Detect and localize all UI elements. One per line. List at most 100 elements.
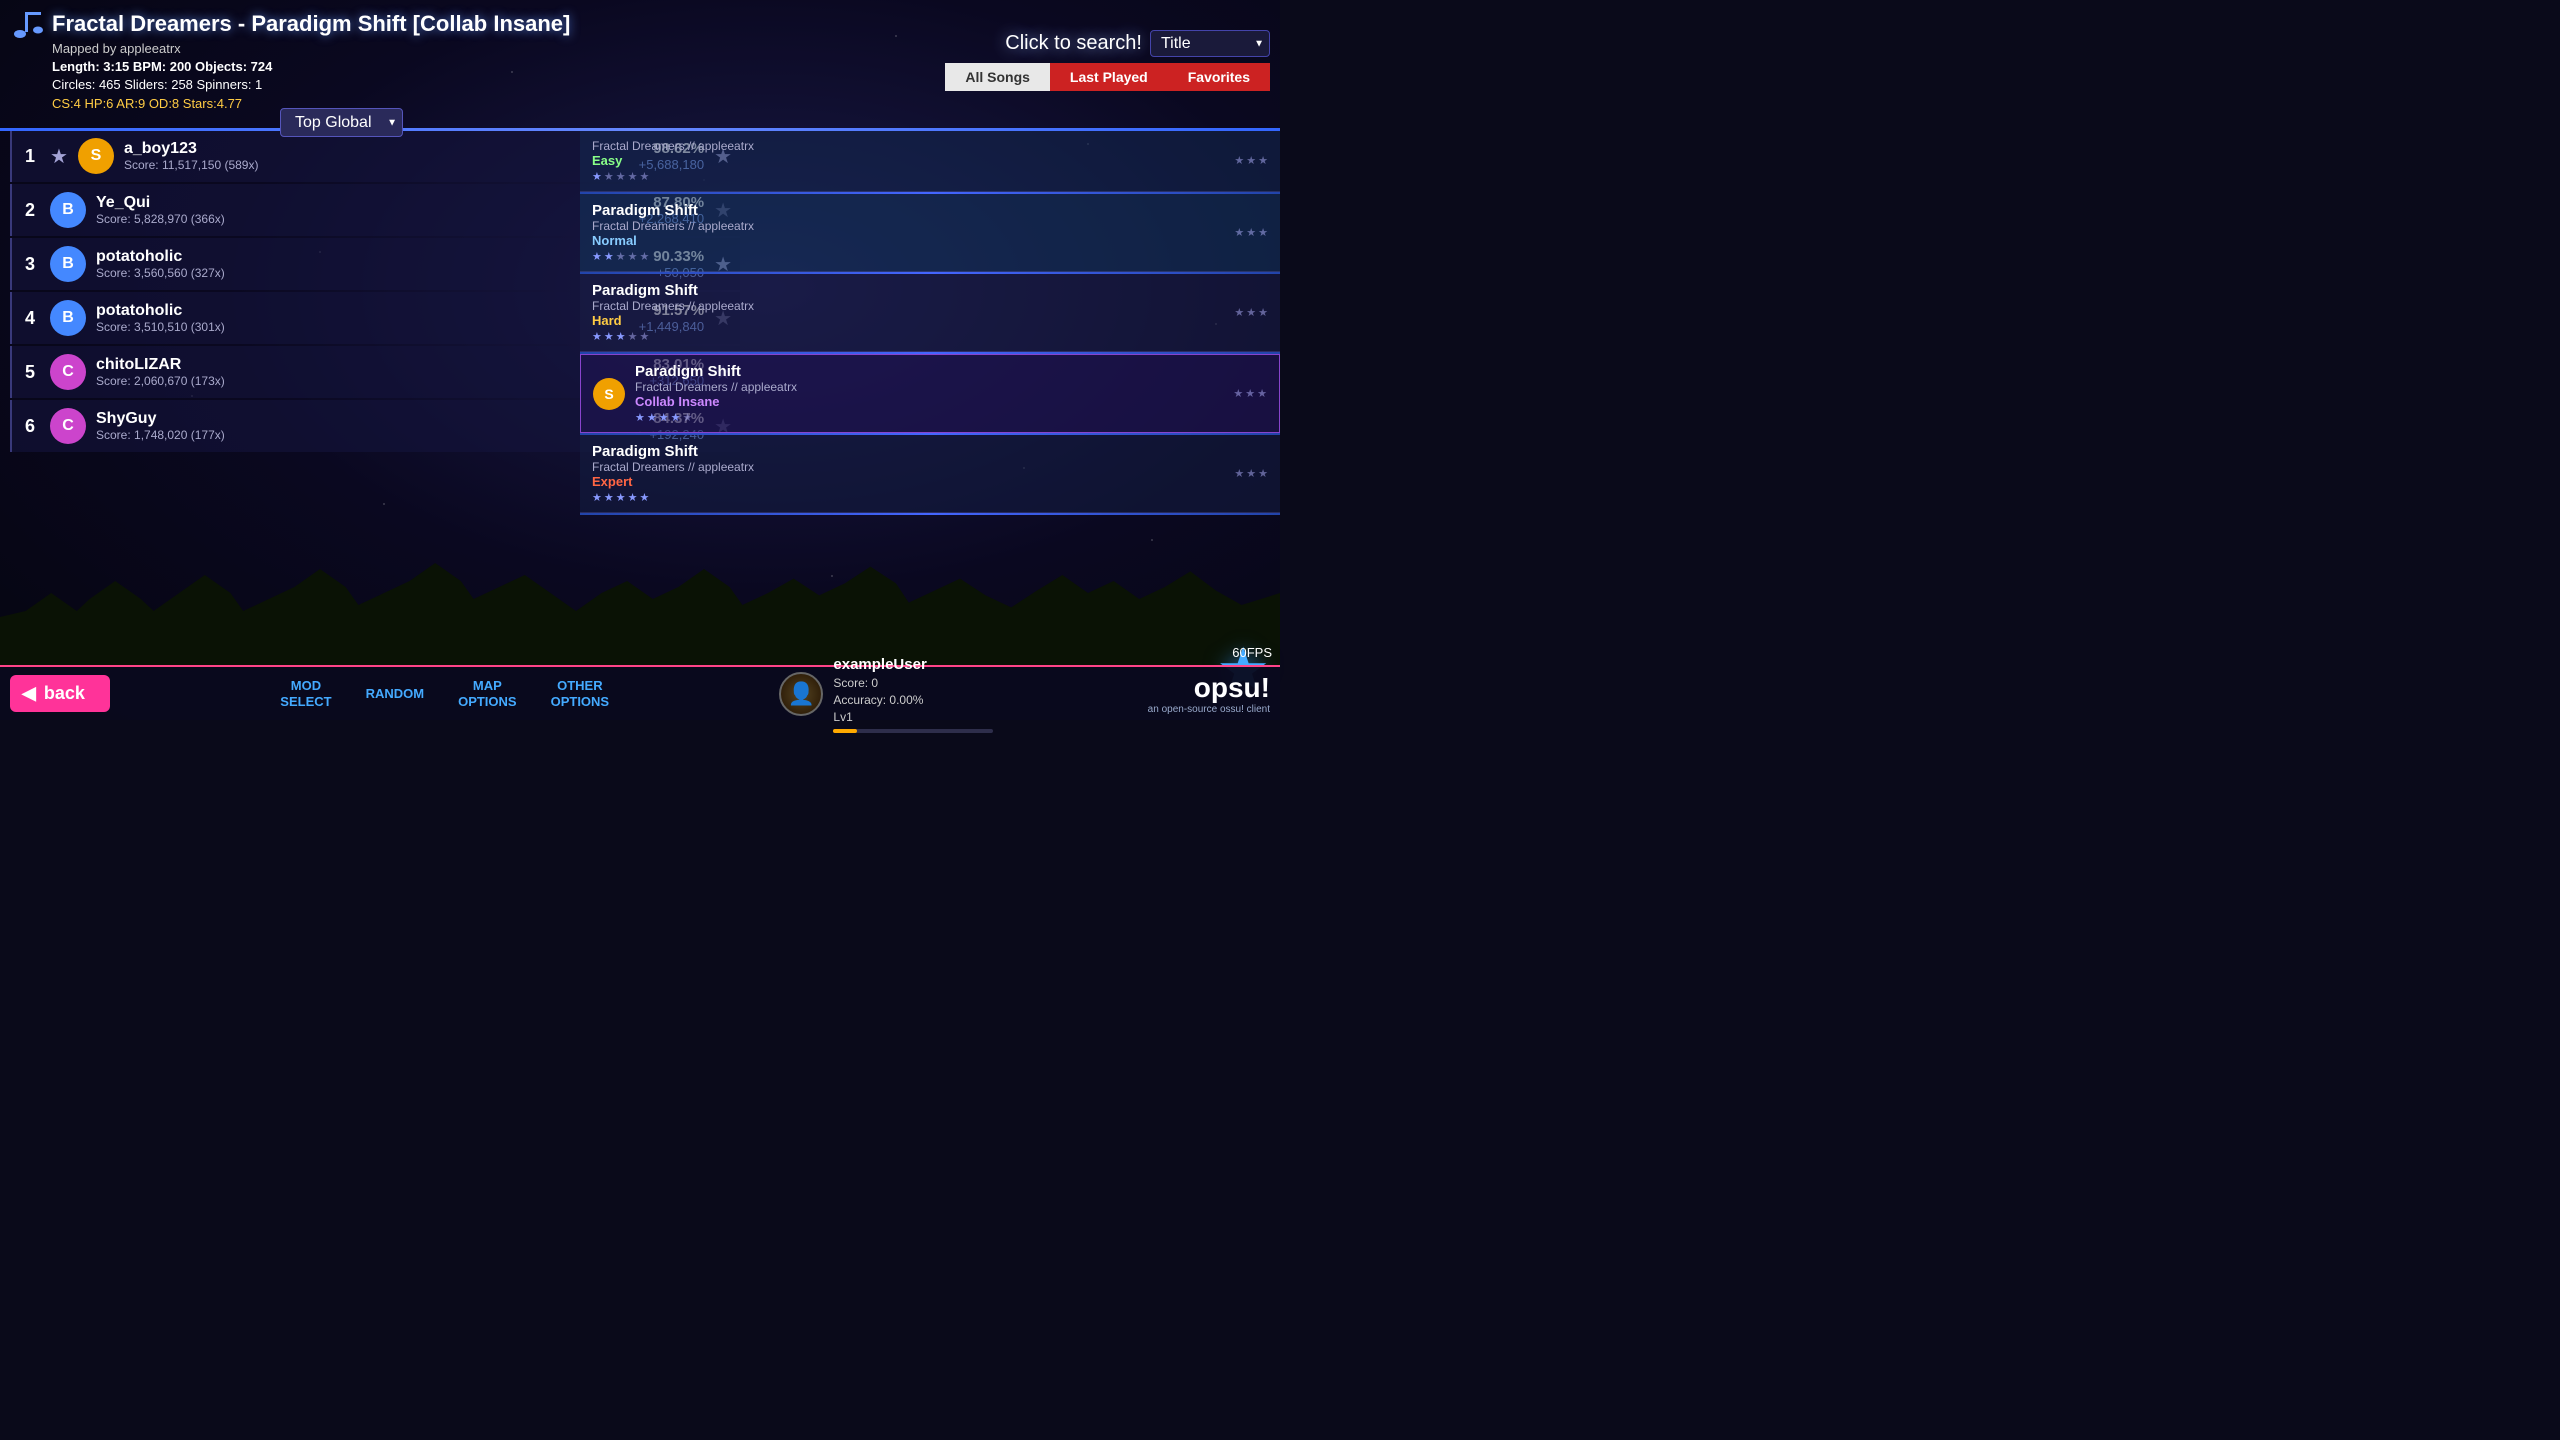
song-list-item[interactable]: Paradigm Shift Fractal Dreamers // apple… xyxy=(580,194,1280,272)
song-star-icon: ★ xyxy=(592,491,602,504)
search-bar-area: Click to search! Title Artist Creator Ta… xyxy=(1005,30,1270,57)
map-options-btn[interactable]: MAP OPTIONS xyxy=(442,674,533,713)
song-star-icon: ★ xyxy=(616,330,626,343)
other-options-btn[interactable]: OTHER OPTIONS xyxy=(535,674,626,713)
grade-badge: B xyxy=(50,246,86,282)
back-arrow-icon: ◀ xyxy=(22,683,36,704)
song-stars-right: ★★★ xyxy=(1234,226,1268,239)
last-played-button[interactable]: Last Played xyxy=(1050,63,1168,91)
grade-badge: B xyxy=(50,300,86,336)
player-score: Score: 2,060,670 (173x) xyxy=(96,374,639,388)
user-section: 👤 exampleUser Score: 0 Accuracy: 0.00% L… xyxy=(779,654,993,732)
song-star-right-icon: ★ xyxy=(1245,387,1255,400)
fps-display: 60FPS xyxy=(1232,645,1272,660)
song-star-icon: ★ xyxy=(604,250,614,263)
song-stars: ★★★★★ xyxy=(592,491,1224,504)
favorites-button[interactable]: Favorites xyxy=(1168,63,1270,91)
top-global-wrapper[interactable]: Top Global Top Local xyxy=(280,108,403,137)
player-score: Score: 3,510,510 (301x) xyxy=(96,320,629,334)
bottom-buttons: MOD SELECTRANDOMMAP OPTIONSOTHER OPTIONS xyxy=(264,674,625,713)
music-icon xyxy=(12,8,44,40)
player-score: Score: 5,828,970 (366x) xyxy=(96,212,629,226)
open-source-text: an open-source ossu! client xyxy=(1148,704,1270,715)
song-star-right-icon: ★ xyxy=(1258,154,1268,167)
grade-badge: C xyxy=(50,354,86,390)
song-title-text: Fractal Dreamers - Paradigm Shift [Colla… xyxy=(52,11,570,37)
song-item-diff: Expert xyxy=(592,474,1224,489)
user-info: exampleUser Score: 0 Accuracy: 0.00% Lv1 xyxy=(833,654,993,732)
song-separator xyxy=(580,513,1280,515)
rank-number: 2 xyxy=(20,200,40,221)
song-item-diff: Easy xyxy=(592,153,1224,168)
song-star-right-icon: ★ xyxy=(1258,226,1268,239)
song-item-title: Paradigm Shift xyxy=(592,282,1224,299)
song-star-right-icon: ★ xyxy=(1233,387,1243,400)
rank-number: 6 xyxy=(20,416,40,437)
song-list: Fractal Dreamers // appleeatrx Easy ★★★★… xyxy=(580,130,1280,515)
mod-select-btn[interactable]: MOD SELECT xyxy=(264,674,347,713)
song-list-item[interactable]: Paradigm Shift Fractal Dreamers // apple… xyxy=(580,274,1280,352)
song-star-right-icon: ★ xyxy=(1234,306,1244,319)
player-name: Ye_Qui xyxy=(96,194,629,212)
song-star-icon: ★ xyxy=(640,330,650,343)
top-global-select[interactable]: Top Global Top Local xyxy=(280,108,403,137)
player-info: potatoholic Score: 3,510,510 (301x) xyxy=(96,302,629,334)
song-item-info: Paradigm Shift Fractal Dreamers // apple… xyxy=(592,443,1224,504)
song-star-right-icon: ★ xyxy=(1246,154,1256,167)
song-star-icon: ★ xyxy=(640,250,650,263)
song-stars: ★★★★★ xyxy=(592,330,1224,343)
song-stars-right: ★★★ xyxy=(1234,154,1268,167)
player-info: Ye_Qui Score: 5,828,970 (366x) xyxy=(96,194,629,226)
song-stars: ★★★★★ xyxy=(635,411,1223,424)
filter-buttons: All Songs Last Played Favorites xyxy=(945,63,1270,91)
song-list-item[interactable]: Paradigm Shift Fractal Dreamers // apple… xyxy=(580,435,1280,513)
song-star-right-icon: ★ xyxy=(1234,467,1244,480)
song-item-info: Fractal Dreamers // appleeatrx Easy ★★★★… xyxy=(592,139,1224,183)
song-item-artist: Fractal Dreamers // appleeatrx xyxy=(592,139,1224,153)
player-name: a_boy123 xyxy=(124,140,629,158)
title-select[interactable]: Title Artist Creator Tags xyxy=(1150,30,1270,57)
player-info: a_boy123 Score: 11,517,150 (589x) xyxy=(124,140,629,172)
player-score: Score: 11,517,150 (589x) xyxy=(124,158,629,172)
song-item-info: Paradigm Shift Fractal Dreamers // apple… xyxy=(592,202,1224,263)
back-button[interactable]: ◀ back xyxy=(10,675,110,712)
player-name: ShyGuy xyxy=(96,410,639,428)
song-star-icon: ★ xyxy=(659,411,669,424)
song-item-info: Paradigm Shift Fractal Dreamers // apple… xyxy=(592,282,1224,343)
opsu-text: opsu! xyxy=(1148,672,1270,704)
song-star-icon: ★ xyxy=(647,411,657,424)
song-stars-right: ★★★ xyxy=(1234,467,1268,480)
song-star-icon: ★ xyxy=(616,170,626,183)
rank-number: 3 xyxy=(20,254,40,275)
song-star-icon: ★ xyxy=(671,411,681,424)
song-star-right-icon: ★ xyxy=(1246,467,1256,480)
song-item-title: Paradigm Shift xyxy=(592,202,1224,219)
avatar-icon: 👤 xyxy=(788,681,815,707)
song-star-icon: ★ xyxy=(604,330,614,343)
song-star-icon: ★ xyxy=(604,170,614,183)
all-songs-button[interactable]: All Songs xyxy=(945,63,1050,91)
player-score: Score: 1,748,020 (177x) xyxy=(96,428,639,442)
song-star-icon: ★ xyxy=(640,170,650,183)
song-item-title: Paradigm Shift xyxy=(592,443,1224,460)
random-btn[interactable]: RANDOM xyxy=(350,682,441,706)
user-avatar[interactable]: 👤 xyxy=(779,672,823,716)
grade-badge: C xyxy=(50,408,86,444)
song-item-artist: Fractal Dreamers // appleeatrx xyxy=(592,219,1224,233)
click-to-search[interactable]: Click to search! xyxy=(1005,32,1142,55)
title-select-wrapper[interactable]: Title Artist Creator Tags xyxy=(1150,30,1270,57)
rank-number: 1 xyxy=(20,146,40,167)
cs-line: CS:4 HP:6 AR:9 OD:8 Stars:4.77 xyxy=(52,95,1268,113)
user-score: Score: 0 xyxy=(833,675,993,692)
song-list-item[interactable]: S Paradigm Shift Fractal Dreamers // app… xyxy=(580,354,1280,433)
bottom-bar: ◀ back MOD SELECTRANDOMMAP OPTIONSOTHER … xyxy=(0,665,1280,720)
song-star-right-icon: ★ xyxy=(1258,306,1268,319)
song-star-icon: ★ xyxy=(628,170,638,183)
song-star-icon: ★ xyxy=(628,330,638,343)
user-progress-bar xyxy=(833,729,993,733)
song-star-right-icon: ★ xyxy=(1234,226,1244,239)
song-stars: ★★★★★ xyxy=(592,250,1224,263)
song-item-diff: Hard xyxy=(592,313,1224,328)
song-star-icon: ★ xyxy=(592,330,602,343)
song-list-item[interactable]: Fractal Dreamers // appleeatrx Easy ★★★★… xyxy=(580,130,1280,192)
